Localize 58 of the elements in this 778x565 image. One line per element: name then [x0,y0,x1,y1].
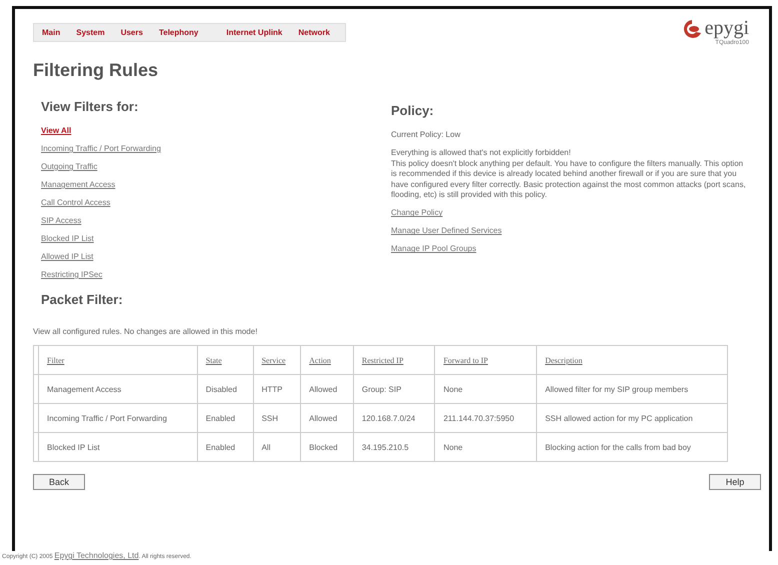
current-policy: Current Policy: Low [391,130,460,140]
table-cell: Enabled [197,432,254,462]
nav-link[interactable]: Users [120,28,143,37]
table-cell: Allowed [300,404,354,433]
table-cell: All [253,432,301,462]
nav-link[interactable]: Telephony [158,28,198,37]
filter-link[interactable]: Allowed IP List [41,252,94,261]
table-cell: None [434,432,537,462]
table-cell: Blocked [300,432,354,462]
table-cell: 34.195.210.5 [353,432,435,462]
nav-link[interactable]: Network [298,28,330,37]
back-button[interactable]: Back [33,474,85,490]
table-cell: 120.168.7.0/24 [353,404,435,433]
section-heading: View Filters for: [41,99,138,114]
filter-link[interactable]: Call Control Access [41,198,110,207]
nav-link[interactable]: System [76,28,105,37]
column-header[interactable]: Service [253,346,301,375]
table-cell: None [434,374,537,404]
table-cell: Blocked IP List [38,432,198,462]
filter-link[interactable]: Incoming Traffic / Port Forwarding [41,144,161,153]
section-heading: Packet Filter: [41,292,124,307]
nav-link[interactable]: Main [42,28,60,37]
table-cell: Allowed filter for my SIP group members [536,374,728,404]
table-cell: Group: SIP [353,374,435,404]
table-cell: Management Access [38,374,198,404]
policy-link[interactable]: Change Policy [391,208,443,218]
help-button[interactable]: Help [709,474,761,490]
company-link[interactable]: Epygi Technologies, Ltd [54,551,139,560]
filter-link[interactable]: SIP Access [41,216,82,225]
table-cell: SSH allowed action for my PC application [536,404,728,433]
policy-link[interactable]: Manage User Defined Services [391,226,502,236]
page-title: Filtering Rules [33,60,160,81]
column-header[interactable]: Restricted IP [353,346,435,375]
logo-text: epygi [704,17,749,40]
table-cell: Disabled [197,374,254,404]
table-cell: Allowed [300,374,354,404]
column-header[interactable]: Forward to IP [434,346,537,375]
column-header[interactable]: Description [536,346,728,375]
policy-description: Everything is allowed that's not explicitly forbidden! [391,148,572,159]
filter-link[interactable]: Management Access [41,180,116,189]
column-header[interactable]: Action [300,346,354,375]
filter-link[interactable]: Outgoing Traffic [41,162,98,171]
table-cell: Enabled [197,404,254,433]
policy-description: This policy doesn't block anything per default. You have to configure the filters manually. This option is recommended if this device is already located behind another firewall or if you are sure that you have configured every filter correctly. Basic protection against the most common attacks (port scans, flooding, etc) is still provided with this policy. [391,158,747,200]
filter-link[interactable]: View All [41,126,72,135]
nav-link[interactable]: Internet Uplink [226,28,282,37]
table-cell: SSH [253,404,301,433]
section-heading: Policy: [391,103,434,118]
filter-link[interactable]: Blocked IP List [41,234,94,243]
mode-note: View all configured rules. No changes are allowed in this mode! [33,327,258,338]
column-header[interactable]: State [197,346,254,375]
table-cell: HTTP [253,374,301,404]
filter-link[interactable]: Restricting IPSec [41,270,102,279]
policy-link[interactable]: Manage IP Pool Groups [391,244,476,254]
column-header[interactable]: Filter [38,346,198,375]
table-cell: Incoming Traffic / Port Forwarding [38,404,198,433]
table-cell: Blocking action for the calls from bad boy [536,432,728,462]
table-cell: 211.144.70.37:5950 [434,404,537,433]
